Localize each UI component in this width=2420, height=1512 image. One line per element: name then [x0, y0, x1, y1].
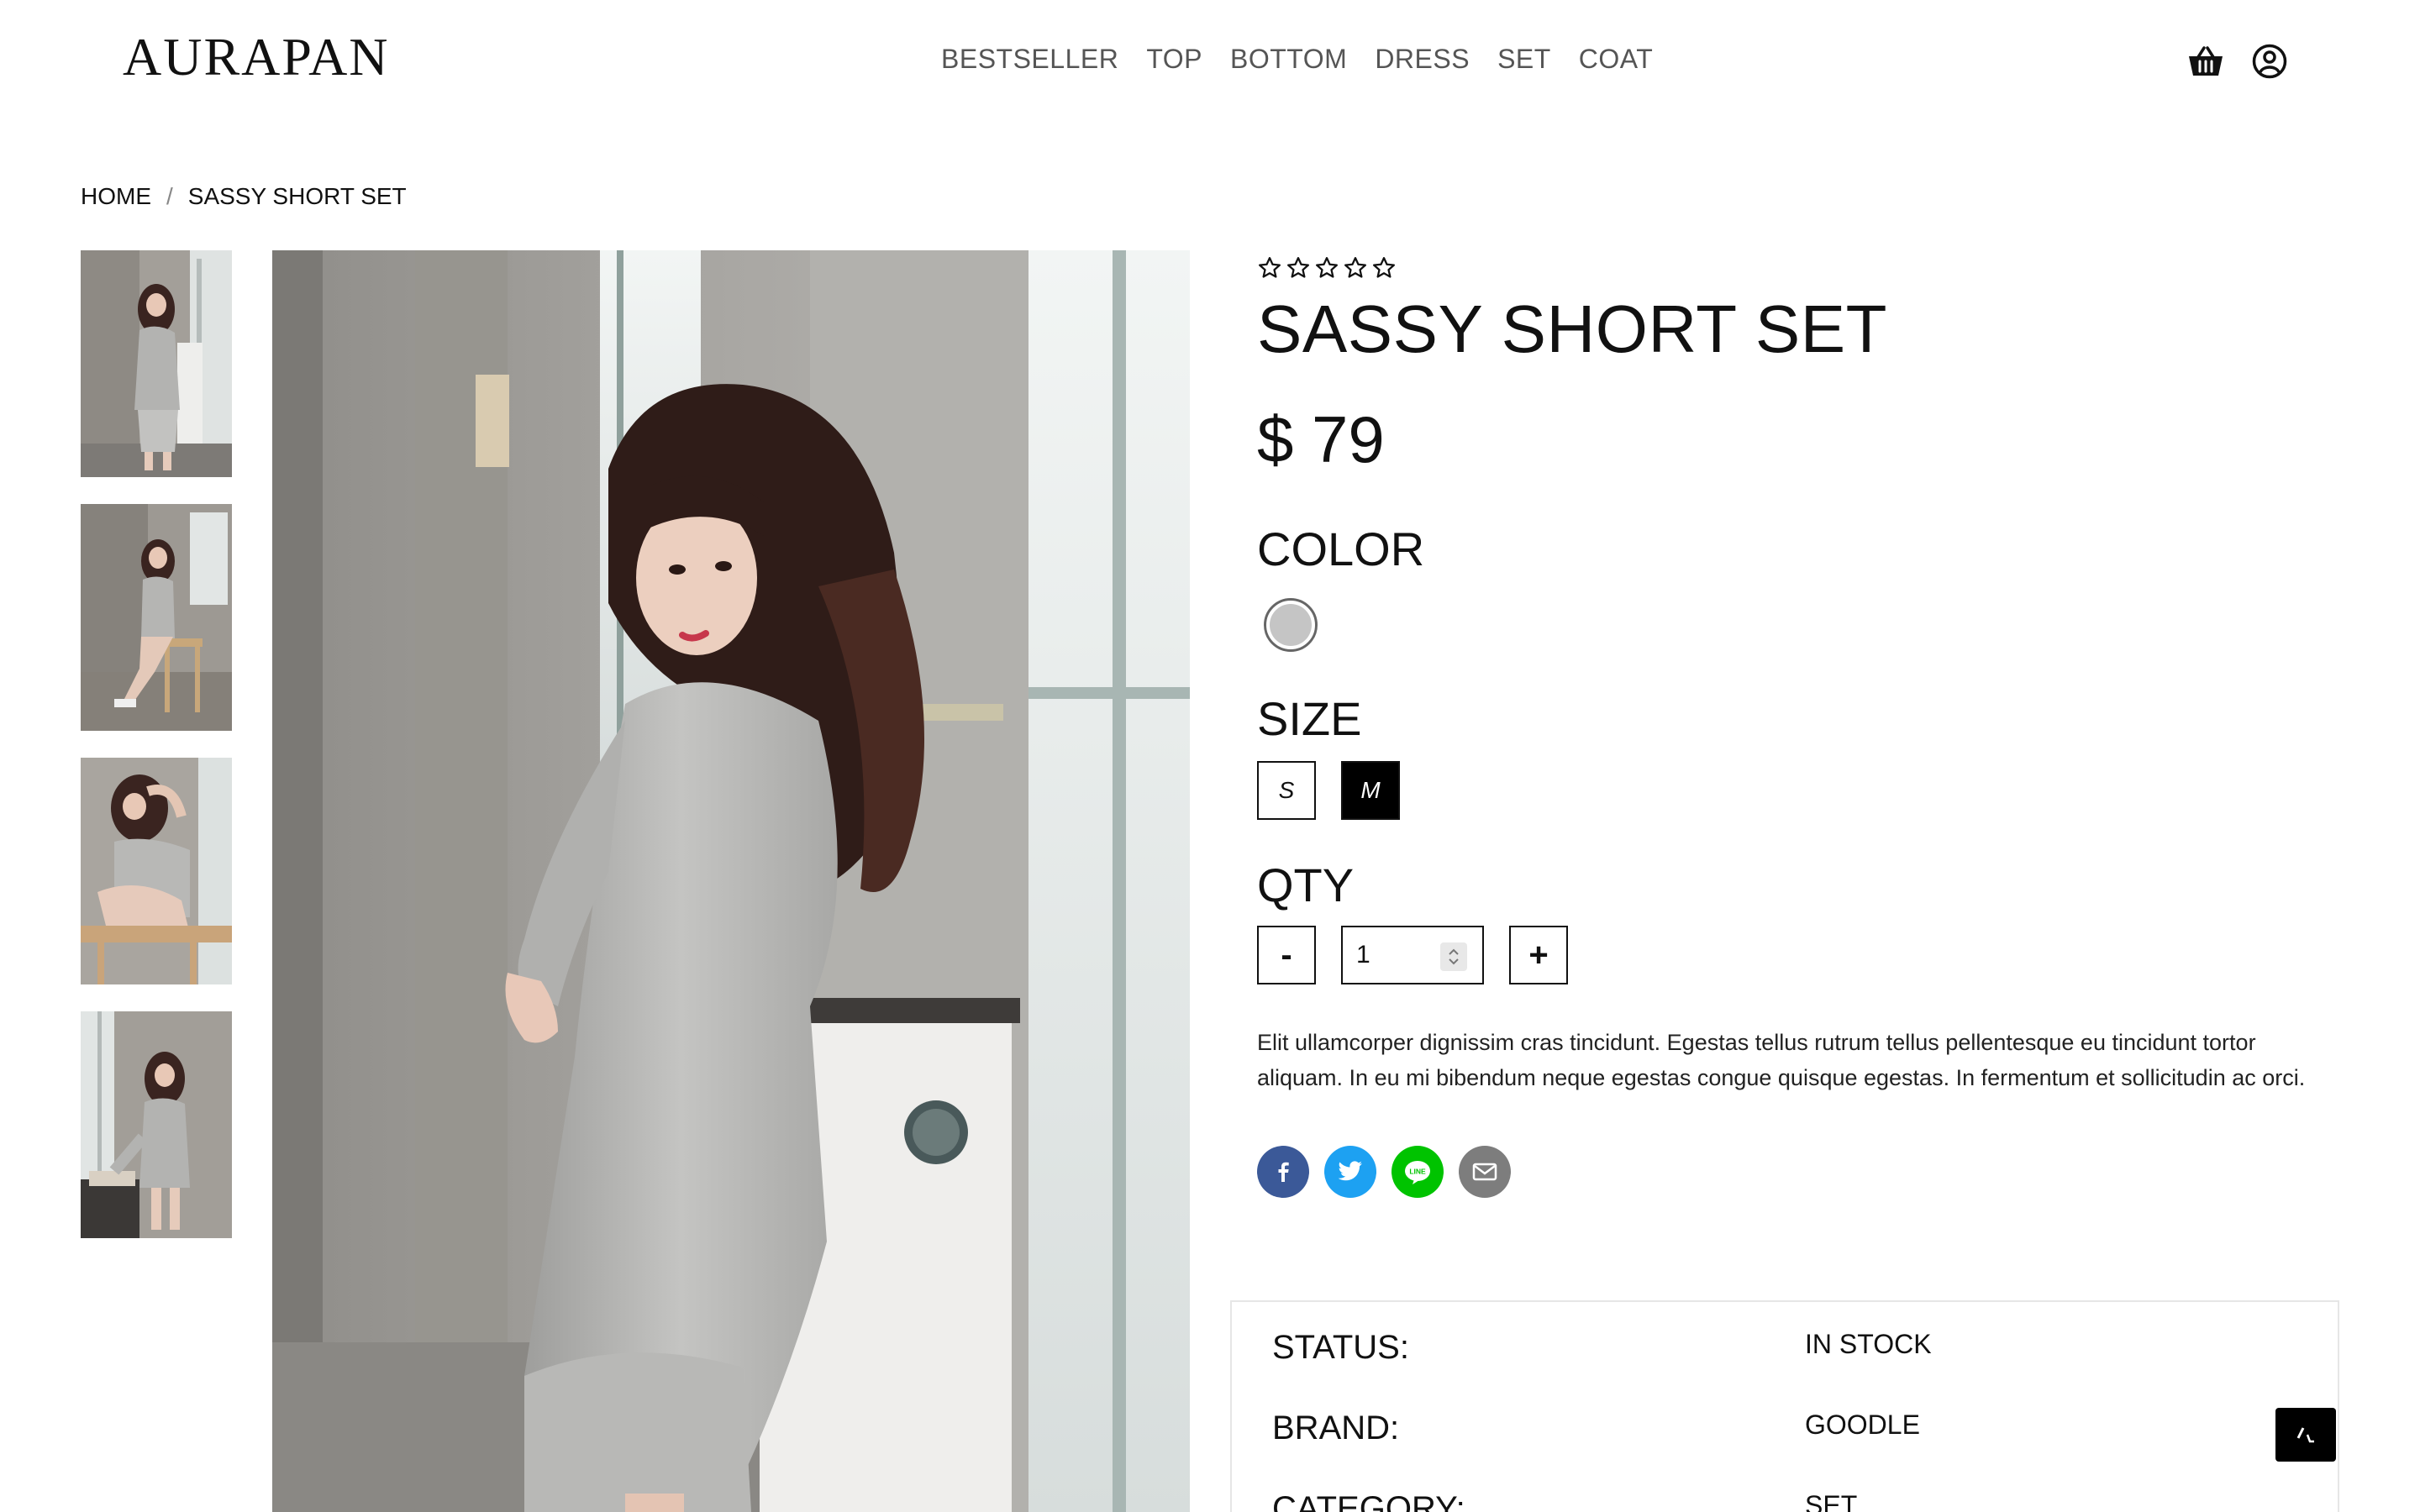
header-actions — [2186, 42, 2289, 81]
color-swatch-grey[interactable] — [1264, 598, 1318, 652]
qty-spinner-icon[interactable] — [1440, 942, 1467, 971]
rating-stars[interactable] — [1257, 255, 2341, 281]
scroll-to-top-button[interactable] — [2275, 1408, 2336, 1462]
quantity-stepper: - 1 + — [1257, 926, 2341, 984]
details-key: BRAND: — [1272, 1410, 1400, 1446]
details-value: IN STOCK — [1805, 1329, 1932, 1359]
size-option-s[interactable]: S — [1257, 761, 1316, 820]
breadcrumb-home[interactable]: HOME — [81, 183, 151, 210]
qty-input[interactable]: 1 — [1341, 926, 1484, 984]
star-icon[interactable] — [1257, 255, 1282, 281]
star-icon[interactable] — [1343, 255, 1368, 281]
details-key: CATEGORY: — [1272, 1490, 1465, 1512]
details-row-brand: BRAND: GOODLE — [1272, 1410, 2306, 1447]
qty-decrease-button[interactable]: - — [1257, 926, 1316, 984]
thumbnail-3[interactable] — [81, 758, 232, 984]
breadcrumb-separator: / — [166, 183, 173, 209]
nav-set[interactable]: SET — [1497, 45, 1551, 72]
facebook-icon[interactable] — [1257, 1146, 1309, 1198]
details-value: GOODLE — [1805, 1410, 1920, 1440]
star-icon[interactable] — [1314, 255, 1339, 281]
qty-label: QTY — [1257, 858, 1355, 911]
twitter-icon[interactable] — [1324, 1146, 1376, 1198]
product-price: $ 79 — [1257, 402, 1385, 476]
product-info: SASSY SHORT SET $ 79 COLOR SIZE S M QTY … — [1257, 250, 2341, 1198]
color-swatch-fill — [1270, 604, 1312, 646]
product-title: SASSY SHORT SET — [1257, 291, 1887, 366]
arrow-up-icon — [2296, 1427, 2314, 1443]
line-icon[interactable]: LINE — [1392, 1146, 1444, 1198]
cart-icon[interactable] — [2186, 42, 2225, 81]
user-icon[interactable] — [2250, 42, 2289, 81]
star-icon[interactable] — [1286, 255, 1311, 281]
thumbnail-1[interactable] — [81, 250, 232, 477]
details-value: SET — [1805, 1490, 1858, 1512]
main-nav: BESTSELLER TOP BOTTOM DRESS SET COAT — [941, 45, 1681, 72]
color-label: COLOR — [1257, 522, 1425, 575]
size-options: S M — [1257, 761, 2341, 820]
thumbnail-2[interactable] — [81, 504, 232, 731]
nav-dress[interactable]: DRESS — [1375, 45, 1470, 72]
thumbnail-list — [81, 250, 232, 1238]
brand-logo[interactable]: AURAPAN — [123, 30, 390, 84]
qty-value: 1 — [1356, 941, 1370, 969]
thumbnail-4[interactable] — [81, 1011, 232, 1238]
nav-coat[interactable]: COAT — [1579, 45, 1654, 72]
email-icon[interactable] — [1459, 1146, 1511, 1198]
nav-bottom[interactable]: BOTTOM — [1230, 45, 1347, 72]
details-key: STATUS: — [1272, 1329, 1409, 1366]
breadcrumb-current: SASSY SHORT SET — [187, 183, 407, 209]
nav-bestseller[interactable]: BESTSELLER — [941, 45, 1118, 72]
size-label: SIZE — [1257, 692, 1362, 745]
svg-text:LINE: LINE — [1409, 1168, 1426, 1176]
details-row-status: STATUS: IN STOCK — [1272, 1329, 2306, 1367]
product-details-table: STATUS: IN STOCK BRAND: GOODLE CATEGORY:… — [1230, 1300, 2339, 1512]
qty-increase-button[interactable]: + — [1509, 926, 1568, 984]
main-product-image[interactable] — [272, 250, 1190, 1512]
star-icon[interactable] — [1371, 255, 1397, 281]
size-option-m[interactable]: M — [1341, 761, 1400, 820]
breadcrumb: HOME / SASSY SHORT SET — [81, 183, 407, 210]
nav-top[interactable]: TOP — [1146, 45, 1202, 72]
details-row-category: CATEGORY: SET — [1272, 1490, 2306, 1512]
product-description: Elit ullamcorper dignissim cras tincidun… — [1257, 1030, 2306, 1090]
share-buttons: LINE — [1257, 1146, 2341, 1198]
